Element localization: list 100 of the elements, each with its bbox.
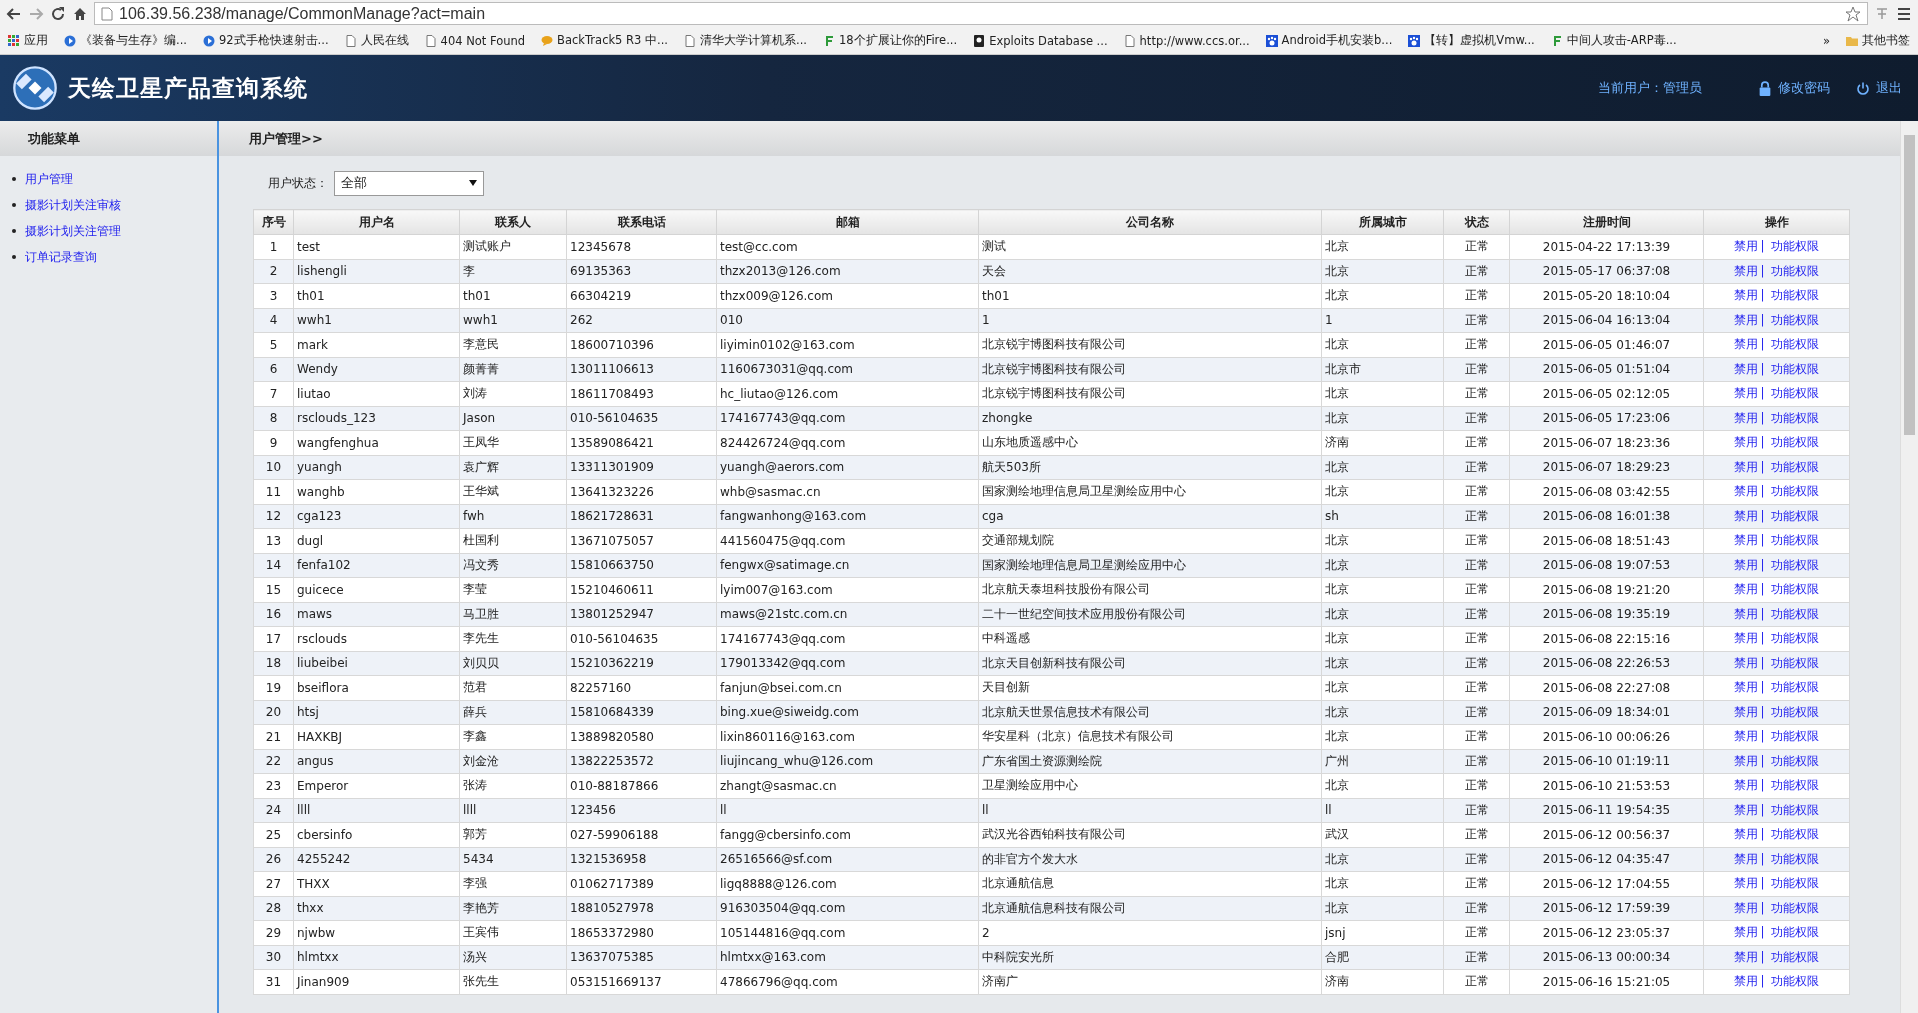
disable-link[interactable]: 禁用 <box>1733 263 1758 278</box>
disable-link[interactable]: 禁用 <box>1733 949 1758 964</box>
bookmark[interactable]: 92式手枪快速射击... <box>202 33 329 48</box>
permissions-link[interactable]: 功能权限 <box>1771 778 1820 793</box>
bookmark[interactable]: 《装备与生存》编... <box>64 33 187 48</box>
permissions-link[interactable]: 功能权限 <box>1771 484 1820 499</box>
disable-link[interactable]: 禁用 <box>1733 361 1758 376</box>
bookmark[interactable]: 404 Not Found <box>424 33 526 48</box>
scrollbar[interactable] <box>1900 121 1918 1013</box>
permissions-link[interactable]: 功能权限 <box>1771 239 1820 254</box>
permissions-link[interactable]: 功能权限 <box>1771 753 1820 768</box>
back-icon[interactable] <box>6 5 22 22</box>
disable-link[interactable]: 禁用 <box>1733 802 1758 817</box>
table-cell: 正常 <box>1443 381 1510 406</box>
permissions-link[interactable]: 功能权限 <box>1771 729 1820 744</box>
permissions-link[interactable]: 功能权限 <box>1771 533 1820 548</box>
permissions-link[interactable]: 功能权限 <box>1771 386 1820 401</box>
bookmark[interactable]: 18个扩展让你的Fire... <box>823 33 958 48</box>
permissions-link[interactable]: 功能权限 <box>1771 582 1820 597</box>
disable-link[interactable]: 禁用 <box>1733 288 1758 303</box>
table-cell: jsnj <box>1321 920 1444 945</box>
sidebar-link[interactable]: 订单记录查询 <box>25 248 97 266</box>
disable-link[interactable]: 禁用 <box>1733 631 1758 646</box>
permissions-link[interactable]: 功能权限 <box>1771 680 1820 695</box>
permissions-link[interactable]: 功能权限 <box>1771 827 1820 842</box>
disable-link[interactable]: 禁用 <box>1733 312 1758 327</box>
permissions-link[interactable]: 功能权限 <box>1771 435 1820 450</box>
permissions-link[interactable]: 功能权限 <box>1771 974 1820 989</box>
disable-link[interactable]: 禁用 <box>1733 729 1758 744</box>
table-cell: 2015-06-08 03:42:55 <box>1509 479 1704 504</box>
disable-link[interactable]: 禁用 <box>1733 974 1758 989</box>
permissions-link[interactable]: 功能权限 <box>1771 361 1820 376</box>
disable-link[interactable]: 禁用 <box>1733 851 1758 866</box>
disable-link[interactable]: 禁用 <box>1733 386 1758 401</box>
disable-link[interactable]: 禁用 <box>1733 410 1758 425</box>
home-icon[interactable] <box>72 5 88 22</box>
sidebar-link[interactable]: 摄影计划关注管理 <box>25 222 121 240</box>
logout-link[interactable]: 退出 <box>1856 79 1902 97</box>
permissions-link[interactable]: 功能权限 <box>1771 949 1820 964</box>
permissions-link[interactable]: 功能权限 <box>1771 900 1820 915</box>
disable-link[interactable]: 禁用 <box>1733 239 1758 254</box>
disable-link[interactable]: 禁用 <box>1733 925 1758 940</box>
disable-link[interactable]: 禁用 <box>1733 606 1758 621</box>
table-cell: 李鑫 <box>459 724 567 749</box>
disable-link[interactable]: 禁用 <box>1733 435 1758 450</box>
bookmark[interactable]: Exploits Database ... <box>973 33 1108 48</box>
disable-link[interactable]: 禁用 <box>1733 827 1758 842</box>
disable-link[interactable]: 禁用 <box>1733 484 1758 499</box>
star-icon[interactable] <box>1845 5 1861 22</box>
change-password-link[interactable]: 修改密码 <box>1758 79 1830 97</box>
permissions-link[interactable]: 功能权限 <box>1771 876 1820 891</box>
permissions-link[interactable]: 功能权限 <box>1771 851 1820 866</box>
bookmark[interactable]: 中间人攻击-ARP毒... <box>1550 33 1677 48</box>
disable-link[interactable]: 禁用 <box>1733 704 1758 719</box>
disable-link[interactable]: 禁用 <box>1733 459 1758 474</box>
permissions-link[interactable]: 功能权限 <box>1771 606 1820 621</box>
permissions-link[interactable]: 功能权限 <box>1771 288 1820 303</box>
disable-link[interactable]: 禁用 <box>1733 753 1758 768</box>
bookmark[interactable]: BackTrack5 R3 中... <box>541 33 669 48</box>
table-cell: 范君 <box>459 675 567 700</box>
bookmark[interactable]: Android手机安装b... <box>1265 33 1393 48</box>
bookmark[interactable]: 清华大学计算机系... <box>684 33 807 48</box>
permissions-link[interactable]: 功能权限 <box>1771 263 1820 278</box>
sidebar-link[interactable]: 摄影计划关注审核 <box>25 196 121 214</box>
permissions-link[interactable]: 功能权限 <box>1771 704 1820 719</box>
bookmark[interactable]: 【转】虚拟机Vmw... <box>1408 33 1535 48</box>
disable-link[interactable]: 禁用 <box>1733 655 1758 670</box>
disable-link[interactable]: 禁用 <box>1733 876 1758 891</box>
address-bar[interactable]: 106.39.56.238/manage/CommonManage?act=main <box>94 2 1868 25</box>
permissions-link[interactable]: 功能权限 <box>1771 802 1820 817</box>
disable-link[interactable]: 禁用 <box>1733 900 1758 915</box>
disable-link[interactable]: 禁用 <box>1733 778 1758 793</box>
sidebar-link[interactable]: 用户管理 <box>25 170 73 188</box>
disable-link[interactable]: 禁用 <box>1733 508 1758 523</box>
permissions-link[interactable]: 功能权限 <box>1771 557 1820 572</box>
permissions-link[interactable]: 功能权限 <box>1771 655 1820 670</box>
status-dropdown[interactable]: 全部 <box>334 170 484 196</box>
permissions-link[interactable]: 功能权限 <box>1771 631 1820 646</box>
table-cell: 正常 <box>1443 773 1510 798</box>
permissions-link[interactable]: 功能权限 <box>1771 925 1820 940</box>
menu-icon[interactable] <box>1896 5 1912 22</box>
permissions-link[interactable]: 功能权限 <box>1771 508 1820 523</box>
permissions-link[interactable]: 功能权限 <box>1771 337 1820 352</box>
bookmark[interactable]: http://www.ccs.or... <box>1123 33 1250 48</box>
disable-link[interactable]: 禁用 <box>1733 680 1758 695</box>
bookmark[interactable]: 人民在线 <box>344 33 409 48</box>
table-cell: liyimin0102@163.com <box>716 332 979 357</box>
disable-link[interactable]: 禁用 <box>1733 337 1758 352</box>
disable-link[interactable]: 禁用 <box>1733 533 1758 548</box>
more-bookmarks-button[interactable]: » <box>1822 33 1830 48</box>
disable-link[interactable]: 禁用 <box>1733 582 1758 597</box>
reload-icon[interactable] <box>50 5 66 22</box>
table-cell: 合肥 <box>1321 945 1444 970</box>
permissions-link[interactable]: 功能权限 <box>1771 459 1820 474</box>
permissions-link[interactable]: 功能权限 <box>1771 312 1820 327</box>
permissions-link[interactable]: 功能权限 <box>1771 410 1820 425</box>
bullet-icon <box>12 255 16 259</box>
bookmark[interactable]: 应用 <box>8 33 48 48</box>
bookmark-folder[interactable]: 其他书签 <box>1846 33 1910 48</box>
disable-link[interactable]: 禁用 <box>1733 557 1758 572</box>
